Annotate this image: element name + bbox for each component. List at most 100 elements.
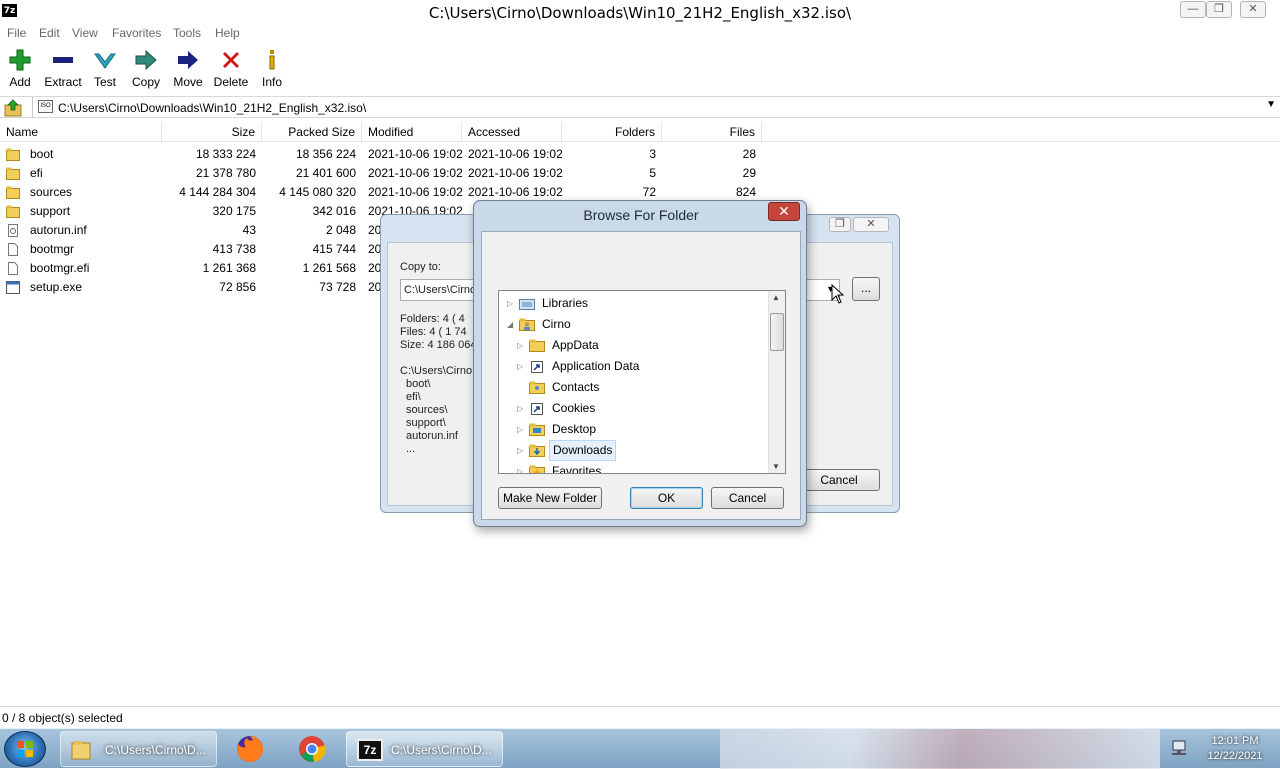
column-name[interactable]: Name (0, 122, 162, 142)
ok-button[interactable]: OK (630, 487, 703, 509)
tree-node-downloads[interactable]: ▷ Downloads (499, 440, 769, 461)
toolbar: Add Extract Test Copy Move Delete Info (0, 44, 1280, 94)
scroll-up-icon[interactable]: ▲ (772, 293, 780, 302)
scroll-thumb[interactable] (770, 313, 784, 351)
cell-size: 21 378 780 (195, 166, 256, 180)
expand-arrow-icon[interactable]: ▷ (507, 293, 517, 314)
file-row[interactable]: efi 21 378 780 21 401 600 2021-10-06 19:02 2… (0, 164, 770, 183)
menu-view[interactable]: View (72, 26, 98, 40)
delete-x-icon (223, 52, 239, 68)
cell-packed: 4 145 080 320 (279, 185, 356, 199)
cell-size: 18 333 224 (195, 147, 256, 161)
cell-accessed: 2021-10-06 19:02 (468, 147, 563, 161)
restore-button[interactable]: ❐ (1206, 1, 1232, 18)
column-accessed[interactable]: Accessed (462, 122, 562, 142)
make-new-folder-button[interactable]: Make New Folder (498, 487, 602, 509)
column-packed-size[interactable]: Packed Size (262, 122, 362, 142)
item-line: boot\ (406, 378, 431, 390)
plus-icon (9, 49, 31, 71)
menu-favorites[interactable]: Favorites (112, 26, 161, 40)
cell-folders: 3 (649, 147, 656, 161)
tree-node-favorites[interactable]: ▷ Favorites (499, 461, 769, 474)
column-size[interactable]: Size (162, 122, 262, 142)
menu-help[interactable]: Help (215, 26, 240, 40)
tree-node-contacts[interactable]: Contacts (499, 377, 769, 398)
menu-edit[interactable]: Edit (39, 26, 60, 40)
close-icon: ✕ (1248, 3, 1258, 15)
chevron-down-icon[interactable]: ▼ (1266, 99, 1276, 110)
tree-scrollbar[interactable]: ▲ ▼ (768, 291, 785, 473)
source-path: C:\Users\Cirno (400, 365, 473, 377)
expanded-arrow-icon[interactable]: ◢ (507, 314, 517, 335)
file-row[interactable]: boot 18 333 224 18 356 224 2021-10-06 19:02… (0, 145, 770, 164)
menu-file[interactable]: File (7, 26, 26, 40)
dialog-close-button[interactable]: ✕ (768, 202, 800, 221)
info-button[interactable]: Info (258, 48, 286, 94)
copy-dialog-cancel-button[interactable]: Cancel (798, 469, 880, 491)
expand-arrow-icon[interactable]: ▷ (517, 356, 527, 377)
move-button[interactable]: Move (171, 48, 205, 94)
column-folders[interactable]: Folders (562, 122, 662, 142)
taskbar-7zip-item[interactable]: 7z C:\Users\Cirno\D... (346, 731, 503, 767)
cell-name: support (30, 204, 71, 218)
windows-logo-icon (17, 741, 33, 757)
column-modified[interactable]: Modified (362, 122, 462, 142)
address-field[interactable]: ISO C:\Users\Cirno\Downloads\Win10_21H2_… (32, 97, 1280, 118)
scroll-down-icon[interactable]: ▼ (772, 462, 780, 471)
cell-packed: 342 016 (312, 204, 356, 218)
tree-node-appdata[interactable]: ▷ AppData (499, 335, 769, 356)
expand-arrow-icon[interactable]: ▷ (517, 398, 527, 419)
folder-tree[interactable]: ▷ Libraries ◢ Cirno ▷ AppData ▷ Application Dat… (498, 290, 786, 474)
browse-ellipsis-button[interactable]: ... (852, 277, 880, 301)
expand-arrow-icon[interactable]: ▷ (517, 419, 527, 440)
delete-button[interactable]: Delete (212, 48, 250, 94)
copy-dialog-close-button[interactable]: ✕ (853, 217, 889, 232)
folder-icon (6, 205, 20, 218)
taskbar-firefox-item[interactable] (235, 734, 265, 764)
cell-name: efi (30, 166, 43, 180)
expand-arrow-icon[interactable]: ▷ (517, 335, 527, 356)
copy-dialog-restore-button[interactable]: ❐ (829, 217, 851, 232)
tree-node-cookies[interactable]: ▷ Cookies (499, 398, 769, 419)
chrome-icon (299, 736, 326, 763)
tree-node-desktop[interactable]: ▷ Desktop (499, 419, 769, 440)
taskbar-explorer-item[interactable]: C:\Users\Cirno\D... (60, 731, 217, 767)
menu-tools[interactable]: Tools (173, 26, 201, 40)
mouse-cursor-icon (831, 284, 845, 304)
shortcut-folder-icon (531, 361, 543, 373)
start-button[interactable] (4, 731, 46, 767)
tree-node-label: Favorites (552, 464, 602, 474)
extract-button[interactable]: Extract (42, 48, 84, 94)
copy-button[interactable]: Copy (130, 48, 162, 94)
expand-arrow-icon[interactable]: ▷ (517, 461, 527, 473)
network-icon[interactable] (1170, 739, 1188, 757)
wallpaper-strip (720, 729, 1160, 769)
cell-name: boot (30, 147, 54, 161)
tree-node-libraries[interactable]: ▷ Libraries (499, 293, 769, 314)
clock-date: 12/22/2021 (1207, 750, 1263, 762)
test-label: Test (93, 75, 116, 89)
item-line: autorun.inf (406, 430, 458, 442)
window-title: C:\Users\Cirno\Downloads\Win10_21H2_Engl… (428, 4, 852, 22)
delete-label: Delete (213, 75, 249, 89)
add-button[interactable]: Add (4, 48, 36, 94)
taskbar-clock[interactable]: 12:01 PM 12/22/2021 (1196, 734, 1274, 764)
cancel-button[interactable]: Cancel (711, 487, 784, 509)
tree-node-application-data[interactable]: ▷ Application Data (499, 356, 769, 377)
tree-node-label: Cirno (542, 317, 571, 331)
copy-to-value: C:\Users\Cirno (404, 284, 477, 296)
tree-node-cirno[interactable]: ◢ Cirno (499, 314, 769, 335)
info-icon (269, 50, 275, 70)
expand-arrow-icon[interactable]: ▷ (517, 440, 527, 461)
minimize-button[interactable]: — (1180, 1, 1206, 18)
cell-name: bootmgr.efi (30, 261, 90, 275)
test-button[interactable]: Test (90, 48, 120, 94)
cell-accessed: 2021-10-06 19:02 (468, 166, 563, 180)
close-button[interactable]: ✕ (1240, 1, 1266, 18)
minus-icon (53, 57, 73, 63)
7zip-app-icon[interactable]: 7z (2, 4, 17, 17)
copy-to-label: Copy to: (400, 261, 441, 273)
up-folder-icon[interactable] (4, 99, 22, 117)
column-files[interactable]: Files (662, 122, 762, 142)
taskbar-chrome-item[interactable] (297, 734, 327, 764)
